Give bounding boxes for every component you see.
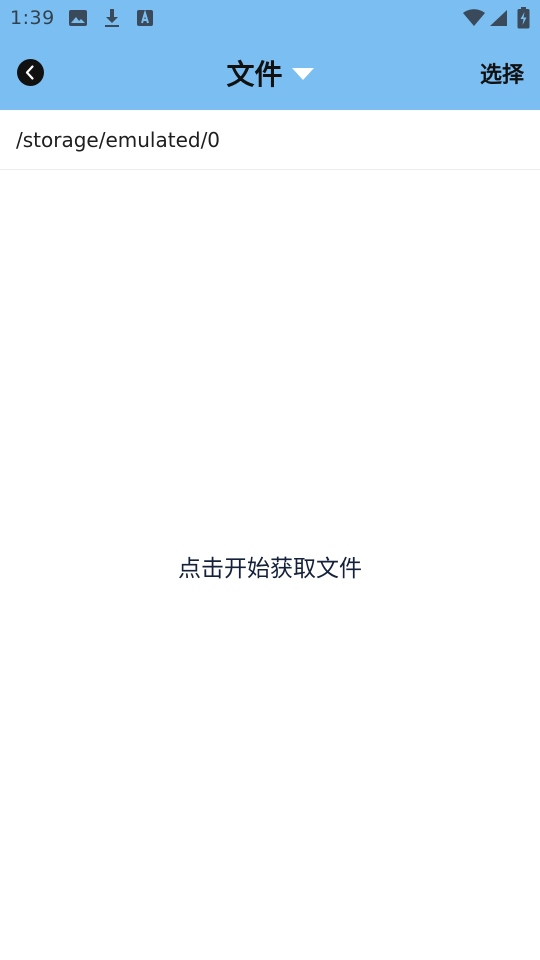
select-button[interactable]: 选择 bbox=[480, 57, 524, 89]
download-icon bbox=[105, 9, 119, 27]
signal-icon bbox=[490, 10, 507, 26]
status-time: 1:39 bbox=[10, 7, 55, 29]
title-dropdown[interactable]: 文件 bbox=[0, 52, 540, 94]
font-a-icon bbox=[137, 9, 153, 26]
image-icon bbox=[69, 10, 87, 26]
status-bar: 1:39 bbox=[0, 0, 540, 36]
caret-down-icon bbox=[291, 68, 314, 80]
page-title: 文件 bbox=[226, 58, 283, 91]
app-bar: 文件 选择 bbox=[0, 36, 540, 110]
wifi-icon bbox=[463, 9, 485, 26]
fetch-files-prompt[interactable]: 点击开始获取文件 bbox=[0, 549, 540, 583]
current-path: /storage/emulated/0 bbox=[16, 128, 221, 152]
file-picker-screen: 1:39 文件 选择 /storage/emulated/0 点击开始获取文件 bbox=[0, 0, 540, 960]
battery-charging-icon bbox=[517, 7, 530, 29]
path-bar: /storage/emulated/0 bbox=[0, 110, 540, 170]
